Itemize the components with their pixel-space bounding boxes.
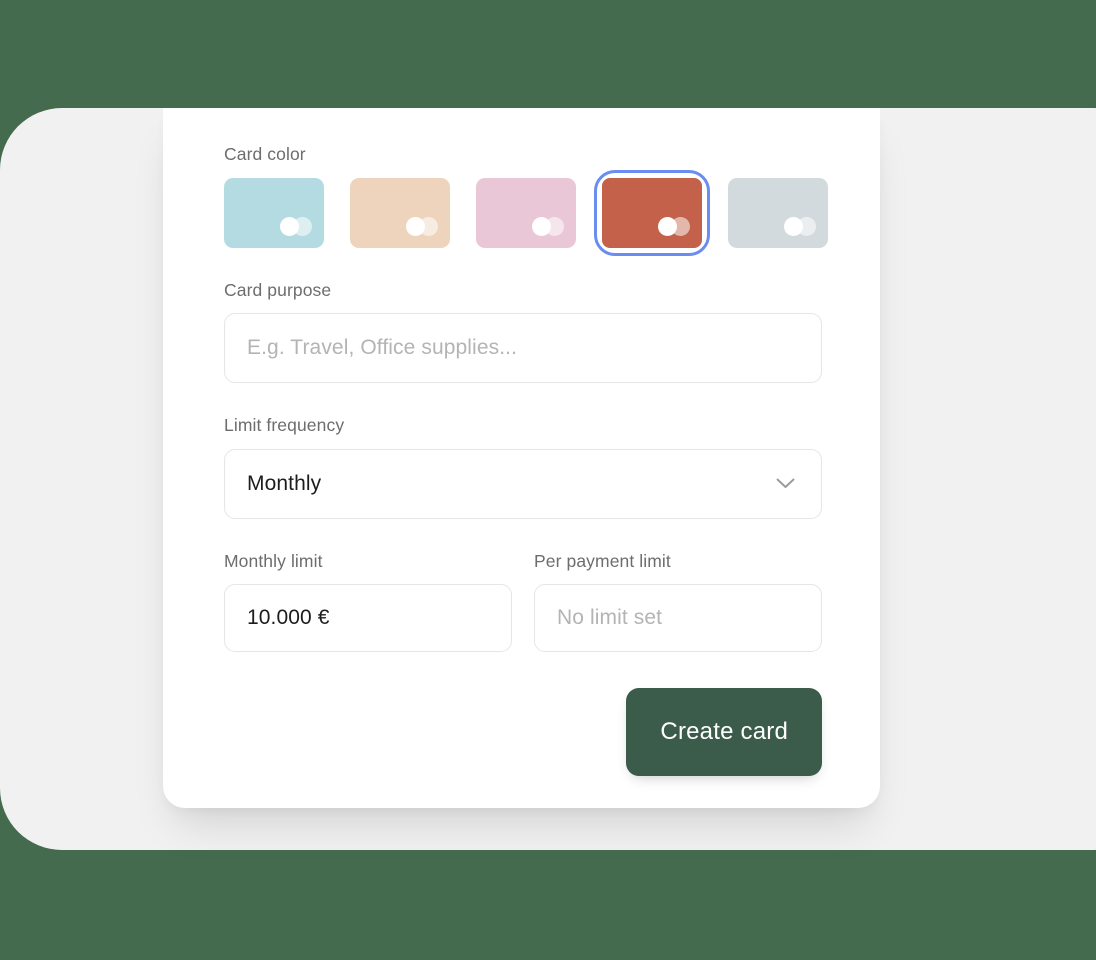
form-actions: Create card: [224, 688, 822, 776]
swatch-slate-grey-fill: [728, 177, 828, 248]
limit-frequency-value: Monthly: [247, 471, 322, 495]
form-content: Card color Card purpose E.g. Travel, Off…: [224, 144, 828, 776]
card-purpose-input[interactable]: E.g. Travel, Office supplies...: [224, 313, 822, 383]
field-monthly-limit: Monthly limit 10.000 €: [224, 550, 512, 652]
create-card-form: Card color Card purpose E.g. Travel, Off…: [163, 108, 880, 808]
field-limit-frequency: Limit frequency Monthly: [224, 415, 822, 519]
card-purpose-label: Card purpose: [224, 279, 332, 300]
swatch-light-blue[interactable]: [224, 177, 324, 248]
field-card-purpose: Card purpose E.g. Travel, Office supplie…: [224, 279, 822, 383]
swatch-terracotta-selected[interactable]: [594, 169, 710, 256]
card-color-swatch-row: [224, 169, 828, 256]
mastercard-icon: [532, 216, 565, 236]
swatch-pink[interactable]: [476, 177, 576, 248]
swatch-terracotta-fill: [602, 177, 702, 248]
limit-frequency-select[interactable]: Monthly: [224, 448, 822, 519]
limit-frequency-label: Limit frequency: [224, 415, 345, 435]
swatch-light-blue-fill: [224, 177, 324, 248]
swatch-slate-grey[interactable]: [728, 177, 828, 248]
swatch-peach-fill: [350, 177, 450, 248]
field-per-payment-limit: Per payment limit No limit set: [534, 550, 822, 652]
card-color-label: Card color: [224, 144, 306, 164]
mastercard-icon: [280, 216, 313, 236]
mastercard-icon: [406, 216, 439, 236]
field-card-color: Card color: [224, 144, 828, 256]
screen: Card color Card purpose E.g. Travel, Off…: [0, 0, 1096, 960]
swatch-pink-fill: [476, 177, 576, 248]
per-payment-limit-label: Per payment limit: [534, 550, 671, 571]
chevron-down-icon: [776, 478, 795, 489]
monthly-limit-label: Monthly limit: [224, 550, 323, 571]
mastercard-icon: [784, 216, 817, 236]
per-payment-limit-input[interactable]: No limit set: [534, 584, 822, 652]
monthly-limit-input[interactable]: 10.000 €: [224, 584, 512, 652]
mastercard-icon: [658, 216, 691, 236]
create-card-button[interactable]: Create card: [626, 688, 822, 776]
limits-row: Monthly limit 10.000 € Per payment limit…: [224, 550, 822, 652]
swatch-peach[interactable]: [350, 177, 450, 248]
